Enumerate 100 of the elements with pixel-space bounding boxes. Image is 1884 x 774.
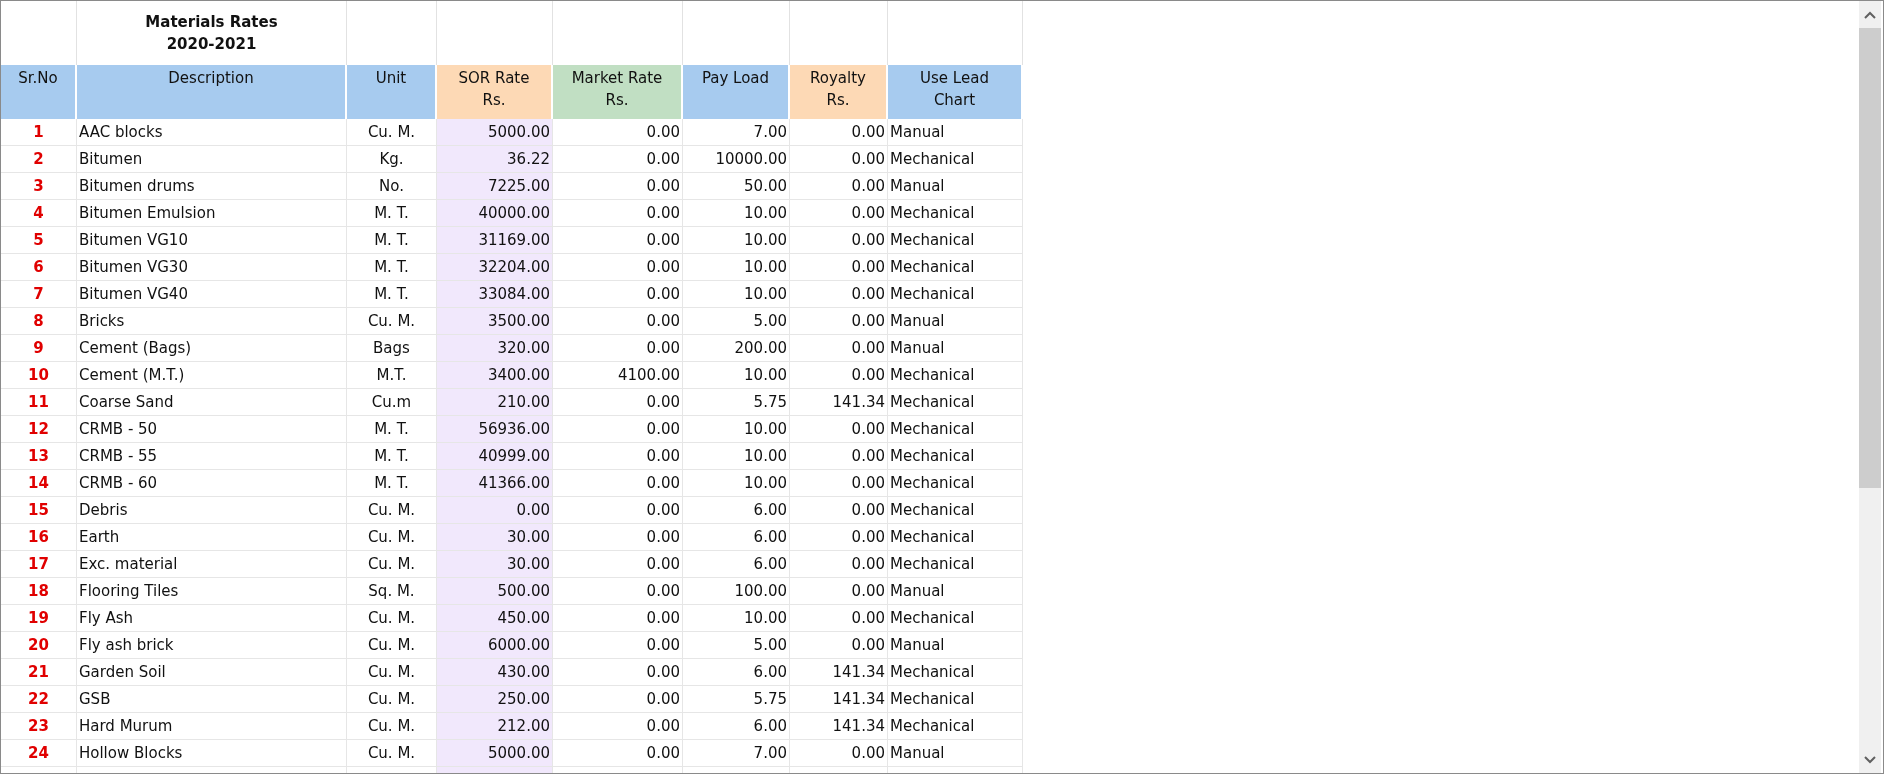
table-cell: 0.00 — [790, 740, 888, 767]
row-number: 18 — [1, 578, 77, 605]
table-cell: 0.00 — [553, 443, 683, 470]
table-cell: 0.00 — [553, 551, 683, 578]
table-cell: Mechanical — [888, 227, 1023, 254]
row-number: 15 — [1, 497, 77, 524]
table-cell: Flooring Tiles — [77, 578, 347, 605]
table-cell: 0.00 — [553, 524, 683, 551]
table-cell: Manual — [888, 632, 1023, 659]
table-cell: 0.00 — [553, 713, 683, 740]
table-cell: 0.00 — [553, 335, 683, 362]
table-cell: 4100.00 — [553, 362, 683, 389]
scroll-up-icon[interactable] — [1864, 10, 1876, 19]
table-cell: 7225.00 — [437, 173, 553, 200]
table-cell: Mechanical — [888, 551, 1023, 578]
table-cell: Mechanical — [888, 605, 1023, 632]
table-cell: 212.00 — [437, 713, 553, 740]
table-cell: 10.00 — [683, 470, 790, 497]
table-cell: CRMB - 60 — [77, 470, 347, 497]
table-cell: 320.00 — [437, 335, 553, 362]
table-cell: 100.00 — [683, 578, 790, 605]
table-cell: 0.00 — [553, 578, 683, 605]
table-cell: 10.00 — [683, 443, 790, 470]
table-cell: 6.00 — [683, 551, 790, 578]
row-number: 5 — [1, 227, 77, 254]
table-cell: 33084.00 — [437, 281, 553, 308]
table-cell: Fly ash brick — [77, 632, 347, 659]
table-cell: Mechanical — [888, 443, 1023, 470]
row-number: 19 — [1, 605, 77, 632]
row-number: 21 — [1, 659, 77, 686]
table-cell: Mechanical — [888, 713, 1023, 740]
table-cell: 0.00 — [790, 308, 888, 335]
table-cell: Bitumen VG30 — [77, 254, 347, 281]
table-cell: 6.00 — [683, 497, 790, 524]
scrollbar[interactable] — [1859, 1, 1881, 773]
table-cell: 0.00 — [553, 497, 683, 524]
table-cell: Manual — [888, 335, 1023, 362]
column-header: SOR Rate Rs. — [437, 65, 553, 119]
scrollbar-thumb[interactable] — [1859, 28, 1881, 488]
table-cell: 3400.00 — [437, 362, 553, 389]
row-number: 9 — [1, 335, 77, 362]
row-number: 7 — [1, 281, 77, 308]
row-number: 23 — [1, 713, 77, 740]
table-cell: Manual — [888, 740, 1023, 767]
table-cell: 3500.00 — [437, 308, 553, 335]
table-cell: 141.34 — [790, 686, 888, 713]
table-cell: 0.00 — [553, 200, 683, 227]
table-cell: 0.00 — [553, 308, 683, 335]
table-cell: 5000.00 — [437, 740, 553, 767]
table-cell: 0.00 — [790, 551, 888, 578]
table-cell: 0.00 — [790, 173, 888, 200]
table-cell: Cement (Bags) — [77, 335, 347, 362]
table-cell: 0.00 — [553, 254, 683, 281]
table-cell: 31169.00 — [437, 227, 553, 254]
table-cell: 10000.00 — [683, 146, 790, 173]
table-cell: Bricks — [77, 308, 347, 335]
row-number: 8 — [1, 308, 77, 335]
table-cell: 41366.00 — [437, 470, 553, 497]
table-cell: Mechanical — [888, 146, 1023, 173]
table-cell: 36.22 — [437, 146, 553, 173]
table-cell: 10.00 — [683, 281, 790, 308]
table-cell: 0.00 — [553, 740, 683, 767]
table-cell: Mechanical — [888, 200, 1023, 227]
table-cell: 0.00 — [790, 497, 888, 524]
table-cell: 5.00 — [683, 308, 790, 335]
table-cell: 30.00 — [437, 551, 553, 578]
row-number: 3 — [1, 173, 77, 200]
table-cell: Mechanical — [888, 686, 1023, 713]
table-cell: 0.00 — [790, 281, 888, 308]
table-cell: 0.00 — [553, 470, 683, 497]
table-cell: 0.00 — [790, 200, 888, 227]
table-cell: 30.00 — [437, 524, 553, 551]
table-cell: Earth — [77, 524, 347, 551]
table-cell: Mechanical — [888, 524, 1023, 551]
table-cell: Manual — [888, 308, 1023, 335]
table-cell: 6000.00 — [437, 632, 553, 659]
table-cell: 500.00 — [437, 578, 553, 605]
table-cell: 10.00 — [683, 605, 790, 632]
table-cell: Debris — [77, 497, 347, 524]
row-number: 1 — [1, 119, 77, 146]
table-cell: 6.00 — [683, 659, 790, 686]
scroll-down-icon[interactable] — [1864, 755, 1876, 764]
column-header: Use Lead Chart — [888, 65, 1023, 119]
table-cell: 0.00 — [790, 362, 888, 389]
table-cell: Hard Murum — [77, 713, 347, 740]
table-cell: 10.00 — [683, 227, 790, 254]
table-cell: 50.00 — [683, 173, 790, 200]
table-cell: 7.00 — [683, 740, 790, 767]
column-header: Unit — [347, 65, 437, 119]
table-cell: 0.00 — [790, 578, 888, 605]
table-cell: Mechanical — [888, 281, 1023, 308]
column-header: Royalty Rs. — [790, 65, 888, 119]
table-cell: 0.00 — [790, 146, 888, 173]
row-number: 12 — [1, 416, 77, 443]
table-cell: 0.00 — [790, 605, 888, 632]
table-cell: 7.00 — [683, 119, 790, 146]
table-cell: 5.75 — [683, 389, 790, 416]
table-cell: 5000.00 — [437, 119, 553, 146]
table-cell: 6.00 — [683, 524, 790, 551]
table-cell: 0.00 — [790, 119, 888, 146]
